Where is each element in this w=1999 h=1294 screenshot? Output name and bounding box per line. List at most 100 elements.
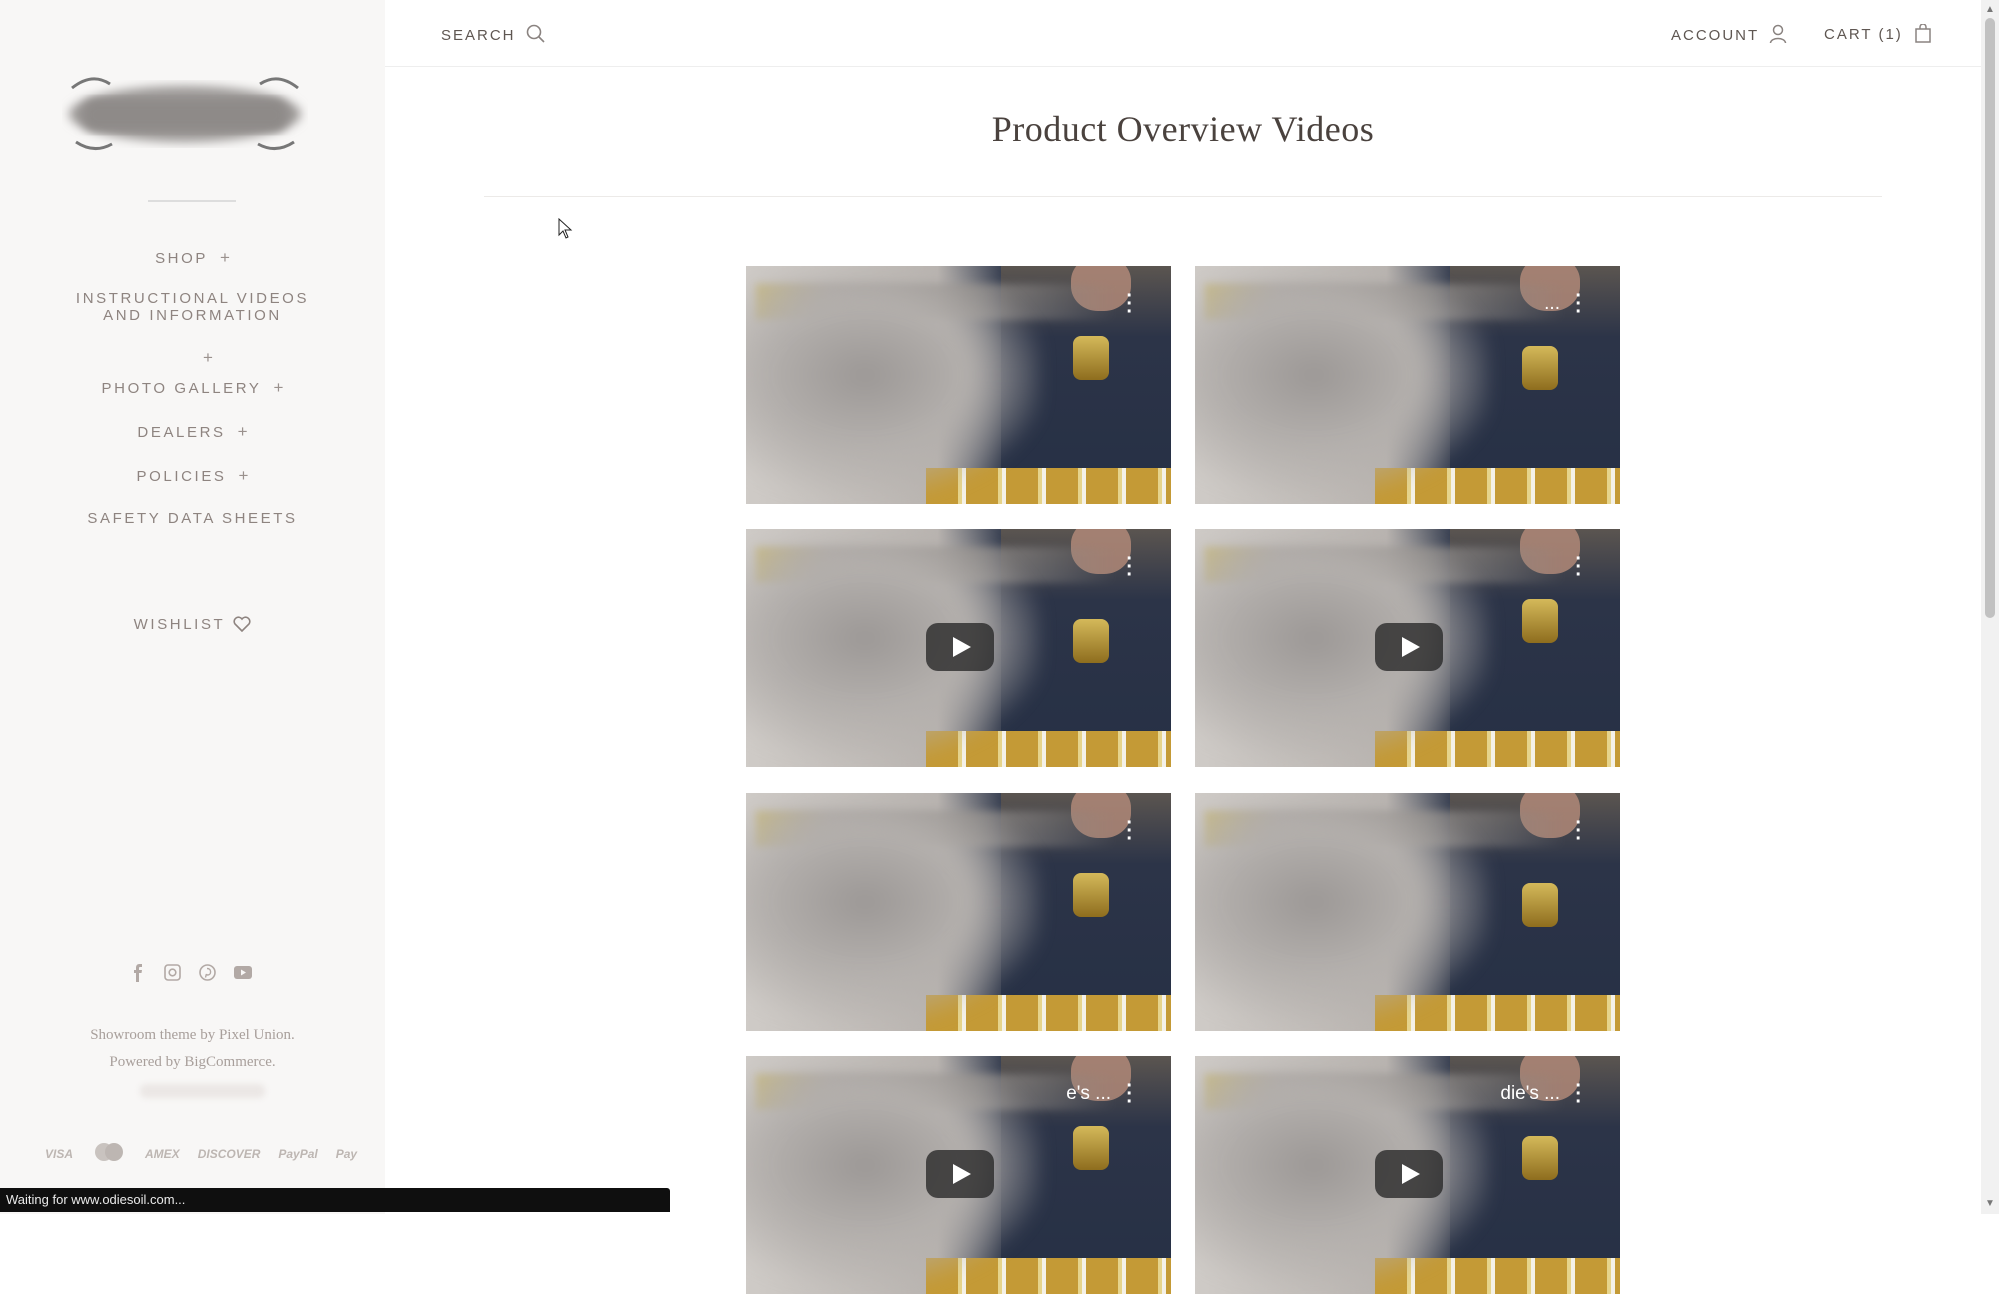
paypal-icon: PayPal: [278, 1146, 318, 1161]
discover-icon: DISCOVER: [197, 1146, 261, 1161]
video-title[interactable]: die's ...: [1500, 1083, 1560, 1105]
pixel-union-link[interactable]: Pixel Union: [219, 1027, 291, 1043]
facebook-icon[interactable]: [128, 963, 147, 982]
account-label[interactable]: ACCOUNT: [1671, 27, 1759, 44]
top-header: SEARCH ACCOUNT CART (1): [385, 0, 1981, 67]
video-embed[interactable]: ... · · ·: [1195, 266, 1620, 504]
video-more-options-icon[interactable]: · · ·: [1575, 813, 1582, 849]
powered-by-text: Powered by: [109, 1054, 185, 1070]
video-embed[interactable]: · · ·: [746, 529, 1171, 767]
search-label[interactable]: SEARCH: [441, 27, 516, 44]
nav-item-shop[interactable]: SHOP +: [0, 248, 385, 268]
nav-item-label[interactable]: SAFETY DATA SHEETS: [87, 510, 297, 527]
sidebar: SHOP + INSTRUCTIONAL VIDEOS AND INFORMATI…: [0, 0, 385, 1214]
nav-item-policies[interactable]: POLICIES +: [0, 466, 385, 486]
video-embed[interactable]: e's ... · · ·: [746, 1056, 1171, 1294]
nav-item-instructional-videos[interactable]: INSTRUCTIONAL VIDEOS AND INFORMATION: [55, 290, 330, 324]
credit-by-text: by: [196, 1027, 219, 1043]
site-logo[interactable]: [62, 68, 308, 156]
youtube-icon[interactable]: [233, 963, 252, 982]
footer-credits: Showroom theme by Pixel Union. Powered b…: [0, 1022, 385, 1076]
video-thumbnail-held-jar: [1073, 873, 1109, 917]
video-more-options-icon[interactable]: · · ·: [1575, 1076, 1582, 1112]
nav-item-label[interactable]: DEALERS: [137, 424, 225, 441]
video-thumbnail-held-jar: [1073, 1126, 1109, 1170]
video-thumbnail-blur: [746, 276, 1041, 496]
video-play-button[interactable]: [1375, 1150, 1443, 1198]
cart-label[interactable]: CART (1): [1824, 26, 1903, 43]
heart-icon[interactable]: [233, 616, 251, 633]
cart-link[interactable]: CART (1): [1824, 23, 1931, 43]
powered-period: .: [271, 1054, 276, 1070]
video-embed[interactable]: die's ... · · ·: [1195, 1056, 1620, 1294]
title-divider: [484, 196, 1882, 197]
wishlist-label[interactable]: WISHLIST: [134, 616, 226, 633]
browser-status-bar: Waiting for www.odiesoil.com...: [0, 1188, 670, 1212]
scrollbar-thumb[interactable]: [1985, 18, 1995, 618]
amex-icon: AMEX: [145, 1146, 180, 1161]
mastercard-icon: [88, 1140, 130, 1167]
instagram-icon[interactable]: [163, 963, 182, 982]
scroll-up-arrow-icon[interactable]: ▲: [1985, 4, 1995, 15]
video-thumbnail-held-jar: [1073, 619, 1109, 663]
pinterest-icon[interactable]: [198, 963, 217, 982]
video-title[interactable]: e's ...: [1066, 1083, 1111, 1105]
video-more-options-icon[interactable]: · · ·: [1126, 286, 1133, 322]
video-more-options-icon[interactable]: · · ·: [1126, 1076, 1133, 1112]
video-thumbnail-blur: [1195, 539, 1490, 759]
video-more-options-icon[interactable]: · · ·: [1575, 549, 1582, 585]
video-more-options-icon[interactable]: · · ·: [1575, 286, 1582, 322]
account-link[interactable]: ACCOUNT: [1671, 24, 1787, 44]
theme-credit-text: Showroom theme: [90, 1027, 197, 1043]
search-button[interactable]: SEARCH: [441, 24, 546, 44]
video-thumbnail-blur: [1195, 803, 1490, 1023]
blurred-copyright: [140, 1084, 265, 1098]
apple-pay-icon: Pay: [335, 1146, 358, 1161]
logo-divider: [148, 200, 236, 202]
video-play-button[interactable]: [926, 623, 994, 671]
video-play-button[interactable]: [1375, 623, 1443, 671]
shopping-bag-icon[interactable]: [1915, 23, 1931, 43]
nav-item-dealers[interactable]: DEALERS +: [0, 422, 385, 442]
credit-period: .: [291, 1027, 295, 1043]
video-embed[interactable]: · · ·: [746, 266, 1171, 504]
payment-icons: VISA AMEX DISCOVER PayPal Pay: [42, 1140, 360, 1167]
expand-plus-icon[interactable]: +: [274, 378, 284, 397]
nav-item-photo-gallery[interactable]: PHOTO GALLERY +: [0, 378, 385, 398]
video-thumbnail-held-jar: [1522, 346, 1558, 390]
video-embed[interactable]: · · ·: [746, 793, 1171, 1031]
nav-item-label[interactable]: POLICIES: [137, 468, 227, 485]
page-title: Product Overview Videos: [991, 109, 1375, 149]
expand-plus-icon[interactable]: +: [238, 422, 248, 441]
social-links: [128, 963, 252, 982]
video-embed[interactable]: · · ·: [1195, 529, 1620, 767]
video-more-options-icon[interactable]: · · ·: [1126, 813, 1133, 849]
video-thumbnail-held-jar: [1073, 336, 1109, 380]
bigcommerce-link[interactable]: BigCommerce: [184, 1054, 271, 1070]
video-thumbnail-blur: [1195, 1066, 1490, 1286]
video-thumbnail-blur: [746, 1066, 1041, 1286]
nav-item-label[interactable]: PHOTO GALLERY: [102, 380, 262, 397]
video-more-options-icon[interactable]: · · ·: [1126, 549, 1133, 585]
expand-plus-icon[interactable]: +: [220, 248, 230, 267]
video-embed[interactable]: · · ·: [1195, 793, 1620, 1031]
video-thumbnail-held-jar: [1522, 599, 1558, 643]
video-thumbnail-blur: [1195, 276, 1490, 496]
user-icon[interactable]: [1769, 24, 1787, 44]
expand-plus-icon[interactable]: +: [198, 348, 218, 368]
expand-plus-icon[interactable]: +: [239, 466, 249, 485]
video-thumbnail-blur: [746, 539, 1041, 759]
visa-icon: VISA: [45, 1146, 74, 1161]
nav-item-label[interactable]: SHOP: [155, 250, 208, 267]
nav-item-label[interactable]: INSTRUCTIONAL VIDEOS AND INFORMATION: [76, 290, 309, 324]
video-thumbnail-held-jar: [1522, 1136, 1558, 1180]
search-icon[interactable]: [526, 24, 546, 44]
mouse-cursor-icon: [558, 218, 573, 239]
nav-item-safety-data-sheets[interactable]: SAFETY DATA SHEETS: [0, 510, 385, 527]
video-play-button[interactable]: [926, 1150, 994, 1198]
video-title[interactable]: ...: [1544, 293, 1560, 315]
scroll-down-arrow-icon[interactable]: ▼: [1985, 1198, 1995, 1209]
video-thumbnail-held-jar: [1522, 883, 1558, 927]
video-thumbnail-blur: [746, 803, 1041, 1023]
wishlist-link[interactable]: WISHLIST: [0, 616, 385, 633]
